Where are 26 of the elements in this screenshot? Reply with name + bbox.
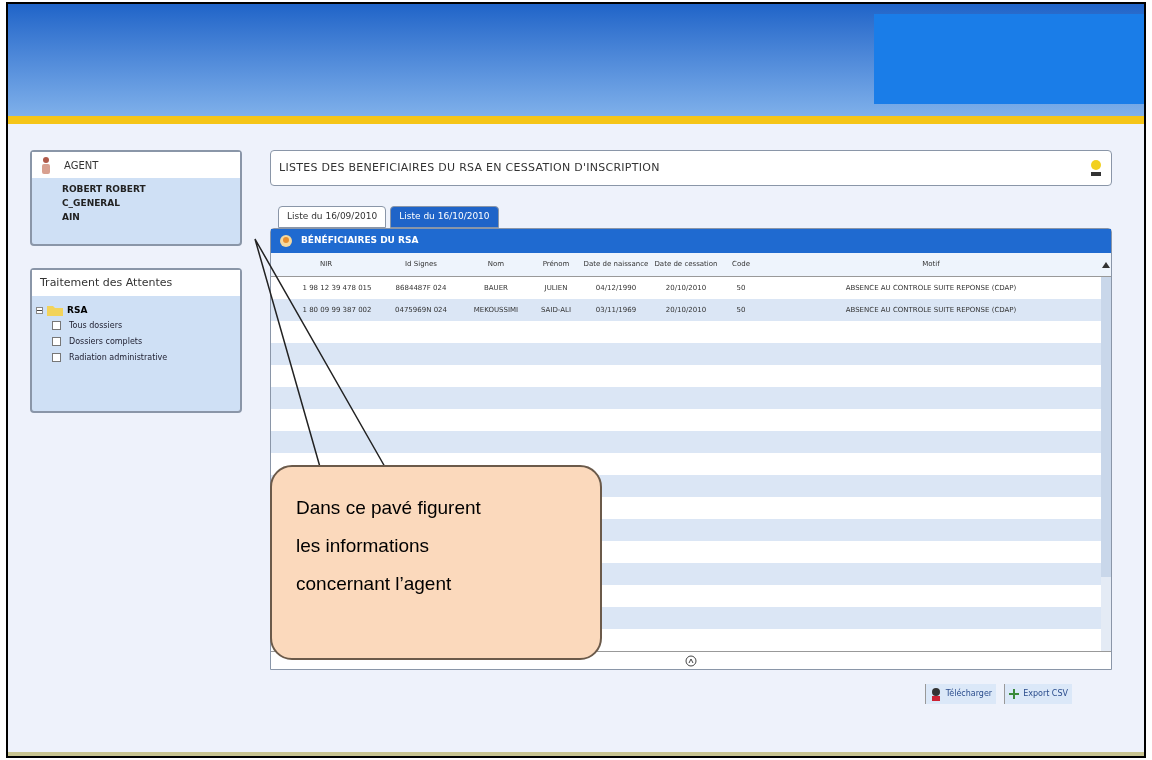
tab[interactable]: Liste du 16/09/2010 xyxy=(278,206,387,228)
tree-toggle-icon[interactable] xyxy=(36,307,43,315)
user-icon xyxy=(1089,158,1103,178)
toolbar-button[interactable]: Export CSV xyxy=(1004,684,1072,704)
tree-item[interactable]: Tous dossiers xyxy=(69,319,123,332)
callout-text: Dans ce pavé figurent les informations concernant l’agent xyxy=(296,496,482,596)
tree-item[interactable]: Radiation administrative xyxy=(69,351,168,364)
agent-panel-title: AGENT xyxy=(64,158,99,173)
grid-title: BÉNÉFICIAIRES DU RSA xyxy=(301,234,419,248)
tree-item[interactable]: RSA xyxy=(67,304,88,318)
pager-icon[interactable] xyxy=(685,654,697,667)
agent-info-text: AIN xyxy=(62,211,81,224)
agent-info-text: ROBERT ROBERT xyxy=(62,183,147,196)
tree-item[interactable]: Dossiers complets xyxy=(69,335,143,348)
page-title: LISTES DES BENEFICIAIRES DU RSA EN CESSATION D'INSCRIPTION xyxy=(279,159,660,176)
folder-icon xyxy=(47,305,63,317)
toolbar-button[interactable]: Télécharger xyxy=(924,684,997,704)
checkbox[interactable] xyxy=(52,353,61,362)
treatment-panel-title: Traitement des Attentes xyxy=(40,274,173,291)
checkbox[interactable] xyxy=(52,337,61,346)
scroll-up-icon[interactable] xyxy=(1102,261,1110,268)
plus-icon xyxy=(1009,689,1020,699)
tab[interactable]: Liste du 16/10/2010 xyxy=(390,206,499,228)
agent-info-text: C_GENERAL xyxy=(62,197,121,210)
checkbox[interactable] xyxy=(52,321,61,330)
scrollbar[interactable] xyxy=(1101,277,1111,651)
